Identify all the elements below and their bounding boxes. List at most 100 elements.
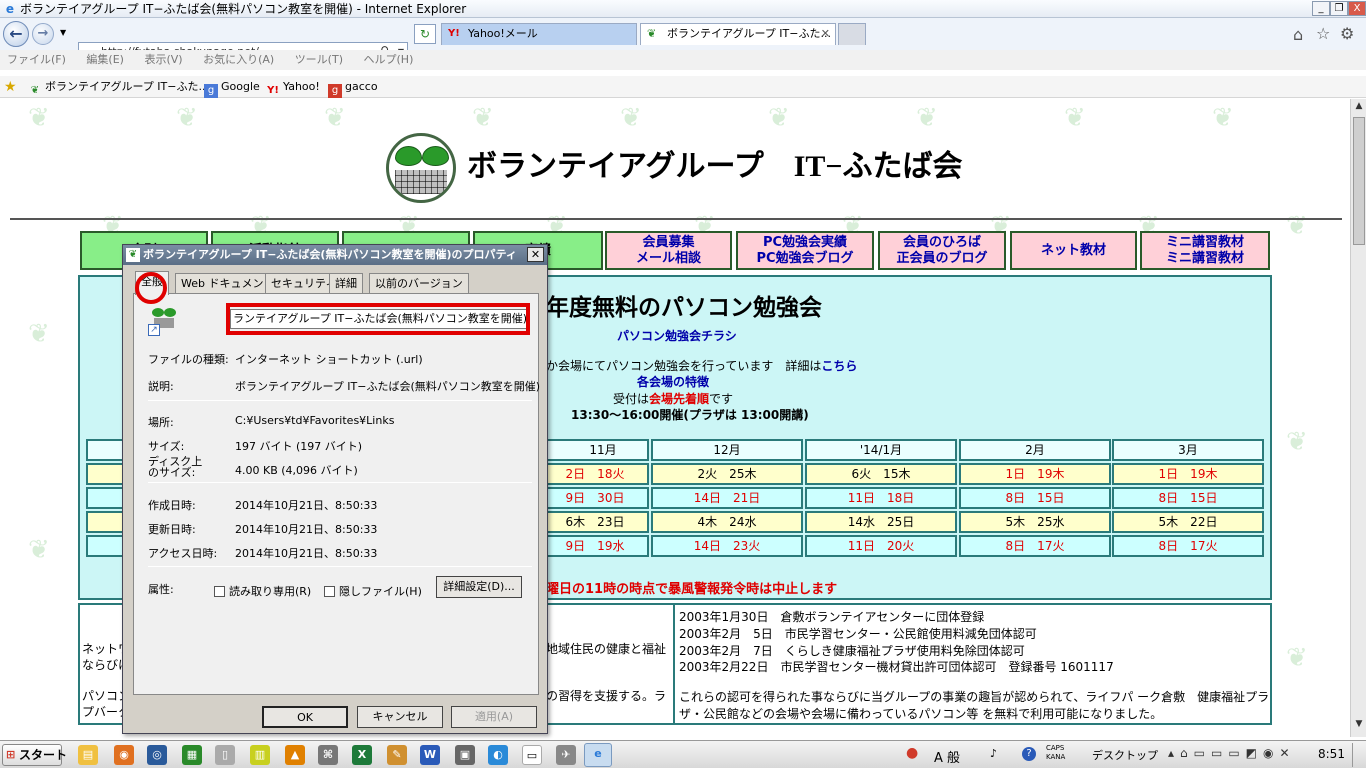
clock[interactable]: 8:51 bbox=[1318, 747, 1345, 761]
start-button[interactable]: ⊞ スタート bbox=[2, 744, 67, 766]
sprout-pattern-icon: ❦ bbox=[176, 103, 198, 133]
schedule-cell: 5木 25水 bbox=[959, 511, 1111, 533]
back-button[interactable]: ← bbox=[3, 21, 29, 47]
ime-tools-icon[interactable]: ♪ bbox=[990, 747, 997, 760]
sprout-pattern-icon: ❦ bbox=[768, 103, 790, 133]
ime-mode[interactable]: A 般 bbox=[934, 747, 960, 766]
schedule-month-header: 12月 bbox=[651, 439, 803, 461]
gear-icon[interactable]: ⚙ bbox=[1340, 24, 1354, 43]
disk-size-value: 4.00 KB (4,096 バイト) bbox=[235, 464, 358, 477]
word-icon[interactable]: W bbox=[420, 745, 440, 765]
notepad-icon[interactable]: ▯ bbox=[215, 745, 235, 765]
sprout-pattern-icon: ❦ bbox=[1286, 643, 1308, 673]
restore-button[interactable]: ❐ bbox=[1330, 1, 1348, 16]
paint-icon[interactable]: ✎ bbox=[387, 745, 407, 765]
tray-icons[interactable]: ▴⌂▭▭▭◩◉✕ bbox=[1168, 746, 1296, 760]
history-dropdown-icon[interactable]: ▼ bbox=[60, 28, 66, 37]
nav-button[interactable]: PC勉強会実績 PC勉強会ブログ bbox=[736, 231, 874, 270]
close-button[interactable]: X bbox=[1348, 1, 1366, 16]
apply-button[interactable]: 適用(A) bbox=[451, 706, 537, 728]
flyer-link[interactable]: パソコン勉強会チラシ bbox=[617, 327, 737, 344]
desktop-toolbar[interactable]: デスクトップ bbox=[1092, 747, 1158, 763]
blue-app-icon[interactable]: ◐ bbox=[488, 745, 508, 765]
app-icon[interactable]: ◎ bbox=[147, 745, 167, 765]
history-note-1: これらの認可を得られた事ならびに当グループの事業の趣旨が認められて、ライフパ ー… bbox=[679, 690, 1270, 704]
fav-yahoo[interactable]: Y! Yahoo! bbox=[266, 76, 320, 98]
hidden-checkbox[interactable]: 隠しファイル(H) bbox=[324, 583, 422, 599]
dialog-close-button[interactable]: ✕ bbox=[527, 247, 544, 262]
dialog-tab-details[interactable]: 詳細 bbox=[329, 273, 363, 294]
menu-help[interactable]: ヘルプ(H) bbox=[364, 53, 414, 66]
minimize-button[interactable]: _ bbox=[1312, 1, 1330, 16]
forward-button[interactable]: → bbox=[32, 23, 54, 45]
sprout-pattern-icon: ❦ bbox=[472, 103, 494, 133]
tool-icon[interactable]: ▥ bbox=[250, 745, 270, 765]
scroll-thumb[interactable] bbox=[1353, 117, 1365, 245]
menu-edit[interactable]: 編集(E) bbox=[86, 53, 124, 66]
schedule-cell: 14水 25日 bbox=[805, 511, 957, 533]
cancel-button[interactable]: キャンセル bbox=[357, 706, 443, 728]
nav-button[interactable]: 会員募集 メール相談 bbox=[605, 231, 732, 270]
location-value: C:¥Users¥td¥Favorites¥Links bbox=[235, 414, 395, 427]
schedule-month-header: '14/1月 bbox=[805, 439, 957, 461]
dialog-tab-previous-versions[interactable]: 以前のバージョン bbox=[369, 273, 469, 294]
sprout-pattern-icon: ❦ bbox=[1286, 211, 1308, 241]
help-icon[interactable]: ? bbox=[1022, 747, 1036, 761]
favorites-star-icon[interactable]: ☆ bbox=[1316, 24, 1330, 43]
close-tab-icon[interactable]: ✕ bbox=[821, 24, 830, 44]
network-tool-icon[interactable]: ⌘ bbox=[318, 745, 338, 765]
tab-label: ボランテイアグループ IT−ふた... bbox=[667, 27, 831, 40]
favorites-bar-star-icon[interactable]: ★ bbox=[4, 76, 17, 98]
excel-icon[interactable]: X bbox=[352, 745, 372, 765]
menu-favorites[interactable]: お気に入り(A) bbox=[203, 53, 274, 66]
advanced-button[interactable]: 詳細設定(D)... bbox=[436, 576, 522, 598]
schedule-cell: 11日 20火 bbox=[805, 535, 957, 557]
reception-text: 受付は会場先着順です bbox=[613, 392, 734, 406]
dialog-title: ボランテイアグループ IT−ふたば会(無料パソコン教室を開催)のプロパティ bbox=[143, 248, 517, 261]
schedule-cell bbox=[86, 487, 126, 509]
schedule-date: 8日 15日 bbox=[1005, 491, 1065, 505]
tab-futaba[interactable]: ❦ ボランテイアグループ IT−ふた... ✕ bbox=[640, 23, 836, 45]
fav-gacco[interactable]: g gacco bbox=[328, 76, 378, 98]
info-divider bbox=[673, 604, 675, 724]
hidden-checkbox-box[interactable] bbox=[324, 586, 335, 597]
schedule-month-header: 3月 bbox=[1112, 439, 1264, 461]
nav-sublabel: 正会員のブログ bbox=[896, 251, 988, 266]
firefox-icon[interactable]: ◉ bbox=[114, 745, 134, 765]
features-link[interactable]: 各会場の特徴 bbox=[637, 373, 709, 390]
schedule-date: 8日 15日 bbox=[1158, 491, 1218, 505]
explorer-icon[interactable]: ▤ bbox=[78, 745, 98, 765]
nav-button[interactable]: 会員のひろば 正会員のブログ bbox=[878, 231, 1006, 270]
refresh-icon[interactable]: ↻ bbox=[414, 24, 436, 44]
vlc-icon[interactable]: ▲ bbox=[285, 745, 305, 765]
document-icon[interactable]: ▭ bbox=[522, 745, 542, 765]
utility-icon[interactable]: ✈ bbox=[556, 745, 576, 765]
ok-button[interactable]: OK bbox=[262, 706, 348, 728]
scroll-down-icon[interactable]: ▼ bbox=[1353, 719, 1365, 733]
fav-futaba[interactable]: ❦ ボランテイアグループ IT−ふた... bbox=[28, 76, 209, 98]
vertical-scrollbar[interactable]: ▲ ▼ bbox=[1350, 99, 1366, 737]
nav-button[interactable]: ミニ講習教材 ミニ講習教材 bbox=[1140, 231, 1270, 270]
home-icon[interactable]: ⌂ bbox=[1293, 25, 1303, 44]
show-desktop-button[interactable] bbox=[1352, 743, 1364, 767]
scroll-up-icon[interactable]: ▲ bbox=[1353, 101, 1365, 115]
details-link[interactable]: こちら bbox=[821, 359, 857, 373]
nav-button[interactable]: ネット教材 bbox=[1010, 231, 1137, 270]
tab-yahoo-mail[interactable]: Y! Yahoo!メール bbox=[441, 23, 637, 45]
history-note-2: ザ・公民館などの会場や会場に備わっているパソコン等 を無料で利用可能になりました… bbox=[679, 707, 1163, 721]
fav-google[interactable]: g Google bbox=[204, 76, 260, 98]
schedule-cell: 1日 19木 bbox=[1112, 463, 1264, 485]
ime-icon[interactable]: ● bbox=[906, 745, 918, 761]
highlight-box bbox=[226, 303, 530, 335]
history-line: 2003年2月 5日 市民学習センター・公民館使用料減免団体認可 bbox=[679, 627, 1037, 641]
spreadsheet-icon[interactable]: ▦ bbox=[182, 745, 202, 765]
menu-view[interactable]: 表示(V) bbox=[144, 53, 182, 66]
readonly-checkbox[interactable]: 読み取り専用(R) bbox=[214, 583, 311, 599]
menu-tools[interactable]: ツール(T) bbox=[295, 53, 343, 66]
ie-taskbar-icon[interactable]: e bbox=[584, 743, 612, 767]
readonly-checkbox-box[interactable] bbox=[214, 586, 225, 597]
menu-file[interactable]: ファイル(F) bbox=[7, 53, 66, 66]
schedule-date: 6火 15木 bbox=[851, 467, 911, 481]
package-icon[interactable]: ▣ bbox=[455, 745, 475, 765]
new-tab-button[interactable] bbox=[838, 23, 866, 45]
